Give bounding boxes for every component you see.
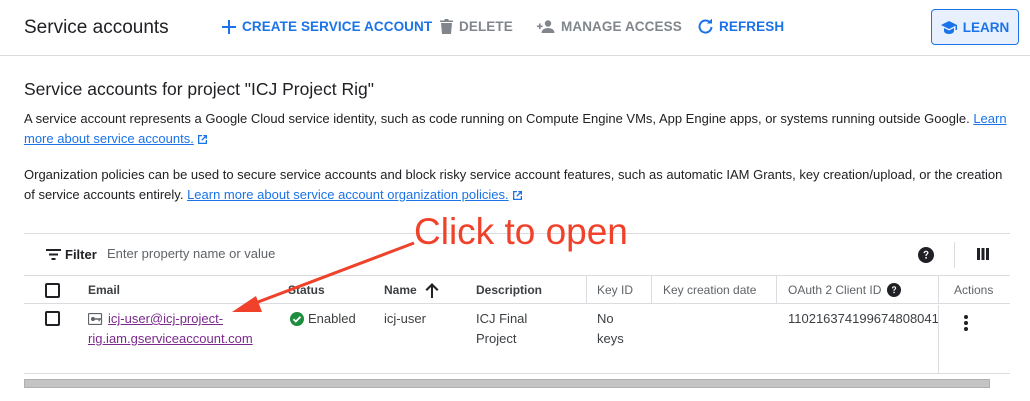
- learn-button[interactable]: LEARN: [931, 9, 1019, 45]
- external-link-icon: [512, 191, 522, 200]
- column-display-icon[interactable]: [977, 248, 989, 260]
- service-account-key-icon: [88, 313, 103, 325]
- column-header-name[interactable]: Name: [384, 283, 417, 297]
- select-all-checkbox[interactable]: [45, 283, 60, 298]
- filter-label: Filter: [65, 247, 97, 262]
- create-service-account-label: CREATE SERVICE ACCOUNT: [242, 19, 433, 34]
- refresh-button[interactable]: REFRESH: [698, 19, 784, 34]
- column-header-status[interactable]: Status: [288, 283, 325, 297]
- service-account-email-link[interactable]: icj-user@icj-project-rig.iam.gserviceacc…: [88, 311, 253, 346]
- column-header-key-creation-date[interactable]: Key creation date: [663, 283, 756, 297]
- table-header-row: Email Status Name Description Key ID Key…: [24, 276, 1010, 304]
- column-header-email[interactable]: Email: [88, 283, 120, 297]
- manage-access-button[interactable]: MANAGE ACCESS: [537, 19, 682, 34]
- top-toolbar: Service accounts CREATE SERVICE ACCOUNT …: [0, 0, 1030, 56]
- table-row: icj-user@icj-project-rig.iam.gserviceacc…: [24, 305, 1010, 374]
- refresh-icon: [698, 19, 713, 34]
- manage-access-label: MANAGE ACCESS: [561, 19, 682, 34]
- school-icon: [940, 20, 957, 34]
- section-heading: Service accounts for project "ICJ Projec…: [24, 79, 374, 99]
- column-header-oauth-client-id[interactable]: OAuth 2 Client ID: [788, 283, 881, 297]
- column-header-description[interactable]: Description: [476, 283, 542, 297]
- column-separator: [651, 276, 652, 304]
- create-service-account-button[interactable]: CREATE SERVICE ACCOUNT: [222, 19, 432, 34]
- column-header-key-id[interactable]: Key ID: [597, 283, 633, 297]
- help-icon[interactable]: [918, 247, 934, 263]
- refresh-label: REFRESH: [719, 19, 785, 34]
- annotation-text: Click to open: [414, 211, 628, 252]
- delete-button[interactable]: DELETE: [440, 19, 513, 34]
- oauth-client-id-cell: 110216374199674808041: [788, 311, 938, 326]
- policy-paragraph: Organization policies can be used to sec…: [24, 165, 1009, 205]
- intro-paragraph: A service account represents a Google Cl…: [24, 109, 1009, 149]
- sort-ascending-icon[interactable]: [425, 283, 439, 298]
- toolbar-divider: [954, 242, 955, 268]
- trash-icon: [440, 19, 453, 34]
- external-link-icon: [197, 135, 207, 144]
- key-id-cell: No keys: [597, 309, 624, 349]
- description-line-2: Project: [476, 331, 517, 346]
- column-separator: [938, 305, 939, 374]
- column-separator: [586, 276, 587, 304]
- status-cell: Enabled: [290, 309, 356, 329]
- delete-label: DELETE: [459, 19, 513, 34]
- key-id-line-1: No: [597, 311, 614, 326]
- help-icon[interactable]: [887, 283, 901, 297]
- email-line-1: icj-user@icj-project-: [108, 311, 224, 326]
- horizontal-scrollbar[interactable]: [24, 379, 990, 388]
- email-line-2: rig.iam.gserviceaccount.com: [88, 331, 253, 346]
- description-line-1: ICJ Final: [476, 311, 528, 326]
- person-add-icon: [537, 20, 555, 33]
- key-id-line-2: keys: [597, 331, 624, 346]
- check-circle-icon: [290, 312, 304, 326]
- filter-icon: [46, 249, 61, 260]
- service-accounts-table: Filter Email Status Name Description Key…: [24, 233, 1010, 375]
- intro-text: A service account represents a Google Cl…: [24, 111, 974, 126]
- name-cell: icj-user: [384, 311, 426, 326]
- email-cell: icj-user@icj-project-rig.iam.gserviceacc…: [88, 309, 278, 349]
- learn-label: LEARN: [962, 19, 1010, 35]
- row-checkbox[interactable]: [45, 311, 60, 326]
- description-cell: ICJ Final Project: [476, 309, 527, 349]
- status-text: Enabled: [308, 311, 356, 326]
- more-vert-icon[interactable]: [963, 314, 969, 332]
- learn-more-org-policies-link[interactable]: Learn more about service account organiz…: [187, 187, 509, 202]
- column-header-actions: Actions: [954, 283, 994, 297]
- page-title: Service accounts: [24, 17, 169, 38]
- column-separator: [776, 276, 777, 304]
- column-separator: [938, 276, 939, 304]
- plus-icon: [222, 19, 236, 34]
